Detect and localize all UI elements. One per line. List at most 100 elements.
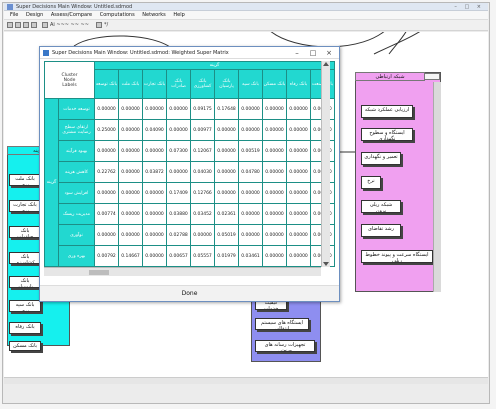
- matrix-cell[interactable]: 0.00000: [286, 245, 311, 267]
- matrix-cell[interactable]: 0.00000: [214, 161, 239, 183]
- matrix-cell[interactable]: 0.00000: [142, 203, 167, 225]
- matrix-cell[interactable]: 0.04090: [142, 119, 167, 141]
- matrix-cell[interactable]: 0.00000: [142, 182, 167, 204]
- matrix-cell[interactable]: 0.00000: [238, 182, 263, 204]
- matrix-cell[interactable]: 0.12067: [190, 140, 215, 162]
- toolbar-extra[interactable]: */: [104, 22, 108, 29]
- matrix-cell[interactable]: 0.14667: [118, 245, 143, 267]
- matrix-cell[interactable]: 0.04030: [190, 161, 215, 183]
- font-control[interactable]: Ai ~~~ ~~ ~~: [50, 22, 89, 29]
- menu-assess-compare[interactable]: Assess/Compare: [51, 12, 92, 18]
- dialog-vertical-scrollbar[interactable]: [321, 61, 330, 267]
- matrix-cell[interactable]: 0.00000: [262, 182, 287, 204]
- format-icon[interactable]: [42, 22, 48, 28]
- matrix-cell[interactable]: 0.00000: [166, 119, 191, 141]
- matrix-cell[interactable]: 0.00000: [286, 224, 311, 246]
- matrix-cell[interactable]: 0.00000: [286, 98, 311, 120]
- matrix-cell[interactable]: 0.22762: [94, 161, 119, 183]
- menu-help[interactable]: Help: [173, 12, 184, 18]
- matrix-cell[interactable]: 0.00000: [262, 224, 287, 246]
- horizontal-scroll-thumb[interactable]: [89, 270, 109, 275]
- matrix-cell[interactable]: 0.17409: [166, 182, 191, 204]
- window-controls[interactable]: – □ ×: [454, 3, 484, 11]
- done-button[interactable]: Done: [40, 285, 339, 301]
- matrix-cell[interactable]: 0.25000: [94, 119, 119, 141]
- left-node-5[interactable]: بانک پارسیان: [9, 276, 41, 288]
- matrix-cell[interactable]: 0.00000: [118, 182, 143, 204]
- bottom-node-3[interactable]: تجهیزات رسانه های صنعتی: [255, 340, 315, 352]
- right-node-2[interactable]: ایستگاه و سطوح نگهداری: [361, 128, 413, 141]
- matrix-cell[interactable]: 0.00000: [262, 203, 287, 225]
- matrix-cell[interactable]: 0.00792: [94, 245, 119, 267]
- matrix-cell[interactable]: 0.00000: [286, 119, 311, 141]
- menu-computations[interactable]: Computations: [100, 12, 135, 18]
- matrix-cell[interactable]: 0.00000: [166, 161, 191, 183]
- right-node-3[interactable]: تعمیر و نگهداری: [361, 152, 401, 165]
- close-button[interactable]: ×: [321, 47, 337, 59]
- scroll-down-icon[interactable]: [323, 262, 329, 266]
- bottom-node-2[interactable]: ایستگاه های سیستم انتقالی: [255, 318, 309, 330]
- matrix-cell[interactable]: 0.02788: [166, 224, 191, 246]
- matrix-cell[interactable]: 0.05019: [214, 224, 239, 246]
- left-node-4[interactable]: بانک کشاورزی: [9, 252, 41, 264]
- minimize-button[interactable]: –: [289, 47, 305, 59]
- matrix-cell[interactable]: 0.00000: [94, 140, 119, 162]
- right-cluster-scrollbar[interactable]: [433, 82, 441, 292]
- menu-networks[interactable]: Networks: [142, 12, 165, 18]
- matrix-cell[interactable]: 0.00000: [262, 161, 287, 183]
- matrix-cell[interactable]: 0.00000: [238, 98, 263, 120]
- left-node-7[interactable]: بانک رفاه: [9, 322, 41, 334]
- matrix-cell[interactable]: 0.00000: [262, 119, 287, 141]
- link-icon[interactable]: [96, 22, 102, 28]
- matrix-cell[interactable]: 0.00000: [142, 224, 167, 246]
- matrix-cell[interactable]: 0.00774: [94, 203, 119, 225]
- menu-file[interactable]: File: [10, 12, 18, 18]
- left-node-2[interactable]: بانک تجارت بری: [9, 200, 41, 212]
- matrix-cell[interactable]: 0.00000: [118, 224, 143, 246]
- matrix-cell[interactable]: 0.00000: [118, 203, 143, 225]
- matrix-cell[interactable]: 0.00000: [286, 203, 311, 225]
- matrix-cell[interactable]: 0.00000: [142, 245, 167, 267]
- dialog-horizontal-scrollbar[interactable]: [44, 267, 321, 276]
- matrix-cell[interactable]: 0.00000: [262, 98, 287, 120]
- right-node-4[interactable]: نرخ: [361, 176, 381, 189]
- right-cluster-title[interactable]: شبکه ارتباطی: [355, 72, 425, 81]
- matrix-cell[interactable]: 0.00000: [238, 119, 263, 141]
- right-node-6[interactable]: رشد تقاضای: [361, 224, 401, 237]
- left-node-8[interactable]: بانک مسکن: [9, 341, 41, 351]
- left-node-6[interactable]: بانک سپه بری: [9, 300, 41, 312]
- matrix-cell[interactable]: 0.00000: [286, 140, 311, 162]
- menu-design[interactable]: Design: [26, 12, 43, 18]
- matrix-cell[interactable]: 0.09175: [190, 98, 215, 120]
- matrix-cell[interactable]: 0.00000: [286, 161, 311, 183]
- matrix-cell[interactable]: 0.00000: [94, 224, 119, 246]
- print-icon[interactable]: [31, 22, 37, 28]
- open-file-icon[interactable]: [15, 22, 21, 28]
- matrix-cell[interactable]: 0.17648: [214, 98, 239, 120]
- matrix-cell[interactable]: 0.00657: [166, 245, 191, 267]
- left-node-3[interactable]: بانک صادرات بری: [9, 226, 41, 238]
- matrix-cell[interactable]: 0.00000: [214, 182, 239, 204]
- matrix-cell[interactable]: 0.03452: [190, 203, 215, 225]
- save-file-icon[interactable]: [23, 22, 29, 28]
- matrix-cell[interactable]: 0.00000: [142, 98, 167, 120]
- right-node-5[interactable]: شبکه ریلی برون: [361, 200, 401, 213]
- matrix-cell[interactable]: 0.00000: [238, 224, 263, 246]
- matrix-cell[interactable]: 0.00000: [118, 161, 143, 183]
- matrix-cell[interactable]: 0.00000: [118, 140, 143, 162]
- matrix-cell[interactable]: 0.01979: [214, 245, 239, 267]
- matrix-cell[interactable]: 0.00000: [190, 224, 215, 246]
- maximize-button[interactable]: □: [305, 47, 321, 59]
- matrix-cell[interactable]: 0.00977: [190, 119, 215, 141]
- matrix-cell[interactable]: 0.00000: [142, 140, 167, 162]
- right-node-7[interactable]: ایستگاه سرعت و پیوند خطوط ریلی: [361, 250, 433, 263]
- matrix-cell[interactable]: 0.04780: [238, 161, 263, 183]
- matrix-cell[interactable]: 0.00519: [238, 140, 263, 162]
- matrix-cell[interactable]: 0.00000: [214, 140, 239, 162]
- matrix-cell[interactable]: 0.00000: [238, 203, 263, 225]
- matrix-cell[interactable]: 0.07300: [166, 140, 191, 162]
- matrix-cell[interactable]: 0.00000: [118, 119, 143, 141]
- matrix-cell[interactable]: 0.00000: [286, 182, 311, 204]
- scroll-up-icon[interactable]: [323, 62, 329, 66]
- matrix-cell[interactable]: 0.02361: [214, 203, 239, 225]
